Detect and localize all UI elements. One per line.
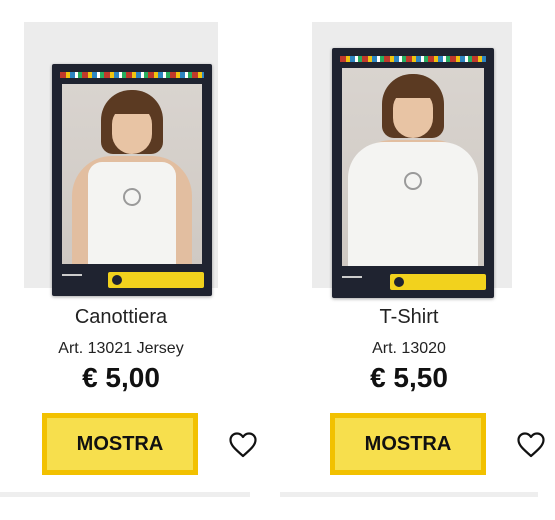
product-card: Canottiera Art. 13021 Jersey € 5,00 MOST… bbox=[0, 0, 257, 520]
product-card: T-Shirt Art. 13020 € 5,50 MOSTRA bbox=[280, 0, 545, 520]
card-divider bbox=[280, 492, 538, 497]
tank-top-shape bbox=[88, 162, 176, 264]
product-price: € 5,50 bbox=[370, 362, 448, 393]
show-button[interactable]: MOSTRA bbox=[42, 413, 198, 475]
heart-outline-icon[interactable] bbox=[229, 432, 257, 458]
show-button[interactable]: MOSTRA bbox=[330, 413, 486, 475]
heart-outline-icon[interactable] bbox=[517, 432, 545, 458]
product-price: € 5,00 bbox=[82, 362, 160, 393]
product-title[interactable]: T-Shirt bbox=[288, 306, 530, 329]
brand-logo-icon bbox=[123, 188, 141, 206]
flags-strip bbox=[340, 56, 486, 62]
product-image[interactable] bbox=[312, 22, 512, 298]
product-title[interactable]: Canottiera bbox=[0, 306, 242, 329]
card-divider bbox=[0, 492, 250, 497]
product-article: Art. 13020 bbox=[372, 340, 446, 357]
product-image[interactable] bbox=[24, 22, 218, 296]
package-photo bbox=[62, 84, 202, 264]
brand-label bbox=[108, 272, 204, 288]
t-shirt-shape bbox=[348, 142, 478, 266]
product-package bbox=[52, 64, 212, 296]
brand-bar bbox=[52, 264, 212, 296]
product-grid: Canottiera Art. 13021 Jersey € 5,00 MOST… bbox=[0, 0, 555, 520]
product-article: Art. 13021 Jersey bbox=[58, 340, 184, 357]
product-package bbox=[332, 48, 494, 298]
brand-logo-icon bbox=[404, 172, 422, 190]
brand-label bbox=[390, 274, 486, 290]
package-photo bbox=[342, 68, 484, 266]
flags-strip bbox=[60, 72, 204, 78]
brand-bar bbox=[332, 266, 494, 298]
